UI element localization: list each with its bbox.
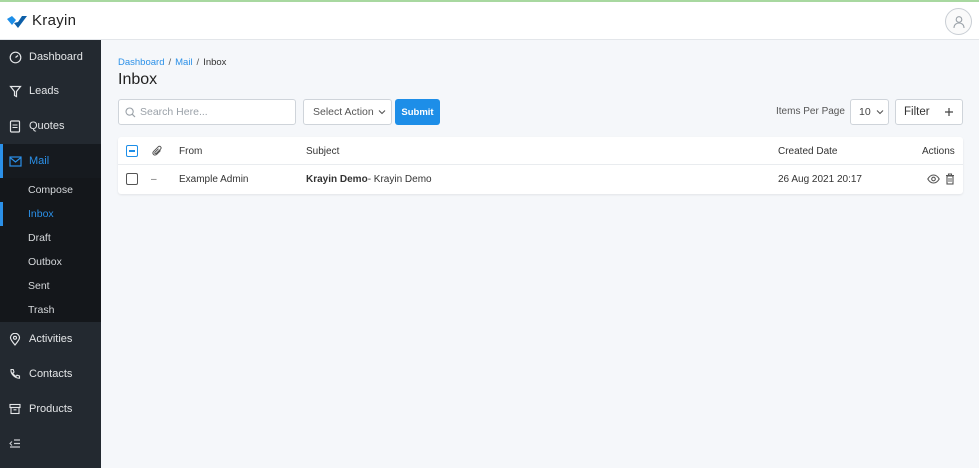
sidebar: Dashboard Leads Quotes Mail Compose Inbo… xyxy=(0,40,101,468)
archive-box-icon xyxy=(8,402,22,416)
filter-button[interactable]: Filter xyxy=(895,99,963,125)
sidebar-item-label: Mail xyxy=(29,155,50,167)
main-content: Dashboard/Mail/Inbox Inbox Select Action… xyxy=(101,40,979,468)
row-subject-title: Krayin Demo xyxy=(306,174,368,185)
mail-table: From Subject Created Date Actions – Exam… xyxy=(118,137,963,194)
breadcrumb-separator: / xyxy=(168,57,172,68)
submenu-item-draft[interactable]: Draft xyxy=(0,226,101,250)
breadcrumb: Dashboard / Mail / Inbox xyxy=(118,57,226,68)
phone-icon xyxy=(8,367,22,381)
row-checkbox[interactable] xyxy=(126,173,138,185)
sidebar-item-label: Leads xyxy=(29,85,59,97)
user-icon xyxy=(952,15,965,28)
location-pin-icon xyxy=(8,332,22,346)
document-icon xyxy=(8,119,22,133)
filter-label: Filter xyxy=(904,106,930,118)
row-from: Example Admin xyxy=(179,174,249,185)
chevron-down-icon xyxy=(876,110,884,115)
view-eye-icon[interactable] xyxy=(927,174,940,184)
submenu-item-sent[interactable]: Sent xyxy=(0,274,101,298)
sidebar-item-label: Dashboard xyxy=(29,51,83,63)
row-subject: Krayin Demo- Krayin Demo xyxy=(306,174,432,185)
table-row[interactable]: – Example Admin Krayin Demo- Krayin Demo… xyxy=(118,165,963,194)
sidebar-item-contacts[interactable]: Contacts xyxy=(0,357,101,391)
top-header: Krayin xyxy=(0,0,979,40)
app-name: Krayin xyxy=(32,12,77,29)
search-input[interactable] xyxy=(140,106,290,118)
krayin-logo-icon xyxy=(7,15,27,28)
sidebar-item-dashboard[interactable]: Dashboard xyxy=(0,40,101,74)
select-action-dropdown[interactable]: Select Action xyxy=(303,99,392,125)
column-header-actions: Actions xyxy=(922,146,955,157)
items-per-page-value: 10 xyxy=(859,106,871,118)
search-box[interactable] xyxy=(118,99,296,125)
row-created-date: 26 Aug 2021 20:17 xyxy=(778,174,862,185)
user-avatar-button[interactable] xyxy=(945,8,972,35)
mail-icon xyxy=(8,154,22,168)
attachment-icon xyxy=(152,145,162,156)
sidebar-item-label: Quotes xyxy=(29,120,65,132)
collapse-sidebar-icon[interactable] xyxy=(9,438,21,452)
sidebar-item-label: Activities xyxy=(29,333,73,345)
search-icon xyxy=(125,106,136,117)
sidebar-item-leads[interactable]: Leads xyxy=(0,74,101,108)
submenu-item-compose[interactable]: Compose xyxy=(0,178,101,202)
attachment-indicator: – xyxy=(151,174,157,185)
table-header: From Subject Created Date Actions xyxy=(118,137,963,165)
submenu-item-inbox[interactable]: Inbox xyxy=(0,202,101,226)
sidebar-item-activities[interactable]: Activities xyxy=(0,322,101,356)
filter-icon xyxy=(8,84,22,98)
sidebar-item-products[interactable]: Products xyxy=(0,392,101,426)
breadcrumb-separator: / xyxy=(196,57,200,68)
submit-button[interactable]: Submit xyxy=(395,99,440,125)
column-header-created-date[interactable]: Created Date xyxy=(778,146,837,157)
breadcrumb-inbox: Inbox xyxy=(203,57,227,68)
breadcrumb-mail[interactable]: Mail xyxy=(175,57,192,68)
row-subject-preview: - Krayin Demo xyxy=(367,174,432,185)
page-title: Inbox xyxy=(118,71,158,88)
sidebar-item-mail[interactable]: Mail xyxy=(0,144,101,178)
select-all-checkbox[interactable] xyxy=(126,145,138,157)
plus-icon xyxy=(945,108,953,116)
breadcrumb-dashboard[interactable]: Dashboard xyxy=(118,57,164,68)
dashboard-icon xyxy=(8,50,22,64)
items-per-page-label: Items Per Page xyxy=(776,106,845,117)
sidebar-item-quotes[interactable]: Quotes xyxy=(0,109,101,143)
chevron-down-icon xyxy=(378,110,386,115)
submenu-item-outbox[interactable]: Outbox xyxy=(0,250,101,274)
sidebar-item-label: Products xyxy=(29,403,73,415)
delete-trash-icon[interactable] xyxy=(945,173,955,185)
mail-submenu: Compose Inbox Draft Outbox Sent Trash xyxy=(0,178,101,322)
items-per-page-select[interactable]: 10 xyxy=(850,99,889,125)
column-header-subject[interactable]: Subject xyxy=(306,146,339,157)
app-logo[interactable]: Krayin xyxy=(6,12,76,29)
sidebar-item-label: Contacts xyxy=(29,368,73,380)
column-header-from[interactable]: From xyxy=(179,146,202,157)
submenu-item-trash[interactable]: Trash xyxy=(0,298,101,322)
select-action-value: Select Action xyxy=(313,106,374,118)
